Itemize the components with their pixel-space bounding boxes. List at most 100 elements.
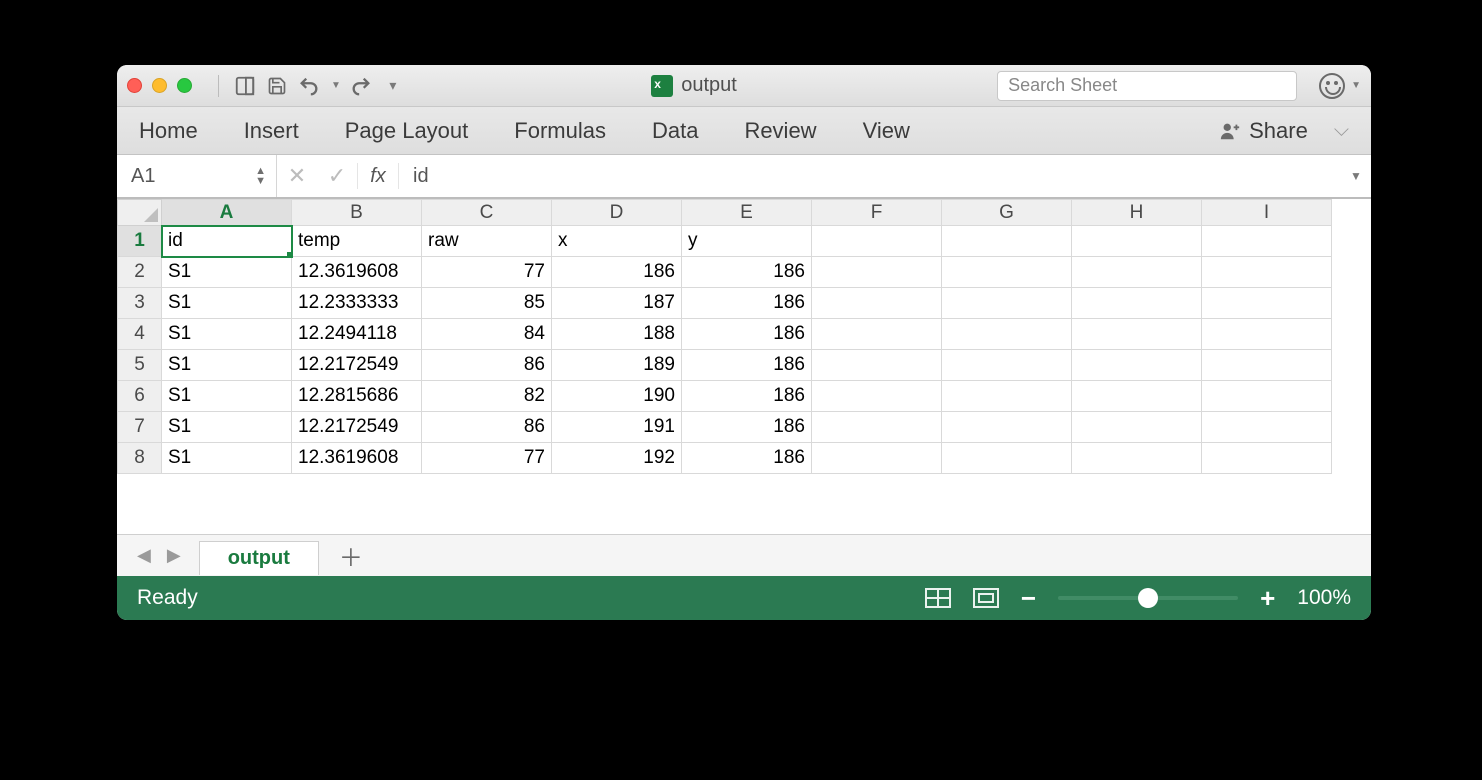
cell[interactable]: 186 (552, 257, 682, 288)
cell[interactable] (1072, 412, 1202, 443)
cell[interactable] (812, 412, 942, 443)
col-header-C[interactable]: C (422, 200, 552, 226)
customize-qat-icon[interactable]: ▾ (381, 74, 405, 98)
cell[interactable] (1202, 350, 1332, 381)
cell[interactable] (812, 257, 942, 288)
tab-page-layout[interactable]: Page Layout (345, 118, 469, 144)
row-header-1[interactable]: 1 (118, 226, 162, 257)
cell[interactable]: 12.2333333 (292, 288, 422, 319)
expand-formula-bar-icon[interactable]: ▼ (1341, 169, 1371, 183)
cell[interactable]: S1 (162, 319, 292, 350)
cell[interactable] (812, 381, 942, 412)
cell[interactable] (942, 257, 1072, 288)
autosave-icon[interactable] (233, 74, 257, 98)
cell[interactable] (812, 226, 942, 257)
cell-B1[interactable]: temp (292, 226, 422, 257)
feedback-smiley-icon[interactable] (1319, 73, 1345, 99)
cell[interactable]: S1 (162, 350, 292, 381)
cell[interactable]: 186 (682, 257, 812, 288)
cell[interactable]: 84 (422, 319, 552, 350)
cell[interactable]: 77 (422, 257, 552, 288)
cell[interactable]: 190 (552, 381, 682, 412)
col-header-H[interactable]: H (1072, 200, 1202, 226)
cell[interactable]: 186 (682, 288, 812, 319)
cell[interactable]: S1 (162, 257, 292, 288)
cell[interactable] (1072, 443, 1202, 474)
sheet-nav-next-icon[interactable]: ▶ (159, 545, 189, 566)
cell[interactable]: 77 (422, 443, 552, 474)
page-layout-view-icon[interactable] (973, 588, 999, 608)
tab-data[interactable]: Data (652, 118, 698, 144)
cell[interactable] (1202, 288, 1332, 319)
cell-C1[interactable]: raw (422, 226, 552, 257)
feedback-dropdown-icon[interactable]: ▼ (1351, 80, 1361, 91)
cell[interactable]: 82 (422, 381, 552, 412)
cell[interactable] (812, 443, 942, 474)
col-header-I[interactable]: I (1202, 200, 1332, 226)
cell[interactable] (1202, 226, 1332, 257)
tab-review[interactable]: Review (744, 118, 816, 144)
search-sheet-input[interactable]: Search Sheet (997, 71, 1297, 101)
zoom-slider[interactable] (1058, 596, 1238, 600)
cell[interactable] (942, 288, 1072, 319)
col-header-E[interactable]: E (682, 200, 812, 226)
cell[interactable]: 186 (682, 350, 812, 381)
cell[interactable] (942, 226, 1072, 257)
cancel-formula-icon[interactable]: ✕ (277, 163, 317, 189)
cell[interactable] (942, 443, 1072, 474)
cell[interactable] (1072, 257, 1202, 288)
tab-insert[interactable]: Insert (244, 118, 299, 144)
cell[interactable]: 186 (682, 443, 812, 474)
cell[interactable]: 191 (552, 412, 682, 443)
row-header[interactable]: 2 (118, 257, 162, 288)
cell[interactable]: 186 (682, 381, 812, 412)
formula-input[interactable]: id (399, 165, 1341, 188)
cell[interactable]: 188 (552, 319, 682, 350)
select-all-corner[interactable] (118, 200, 162, 226)
confirm-formula-icon[interactable]: ✓ (317, 163, 357, 189)
cell[interactable]: S1 (162, 443, 292, 474)
cell-A1[interactable]: id (162, 226, 292, 257)
cell[interactable] (1072, 350, 1202, 381)
sheet-tab-output[interactable]: output (199, 541, 319, 575)
close-window-button[interactable] (127, 78, 142, 93)
sheet-nav-prev-icon[interactable]: ◀ (129, 545, 159, 566)
cell[interactable]: S1 (162, 288, 292, 319)
collapse-ribbon-icon[interactable]: ⌵ (1334, 119, 1349, 142)
cell[interactable]: 12.2494118 (292, 319, 422, 350)
cell[interactable]: 86 (422, 350, 552, 381)
cell[interactable] (942, 319, 1072, 350)
undo-dropdown-icon[interactable]: ▼ (331, 80, 341, 91)
cell[interactable] (1072, 381, 1202, 412)
cell[interactable]: 12.2172549 (292, 412, 422, 443)
cell[interactable]: 187 (552, 288, 682, 319)
cell-D1[interactable]: x (552, 226, 682, 257)
cell[interactable]: 86 (422, 412, 552, 443)
cell[interactable] (1202, 412, 1332, 443)
minimize-window-button[interactable] (152, 78, 167, 93)
cell[interactable] (1202, 257, 1332, 288)
col-header-G[interactable]: G (942, 200, 1072, 226)
cell[interactable] (812, 319, 942, 350)
cell[interactable] (942, 350, 1072, 381)
normal-view-icon[interactable] (925, 588, 951, 608)
undo-icon[interactable] (297, 74, 321, 98)
cell[interactable]: 186 (682, 412, 812, 443)
tab-view[interactable]: View (863, 118, 910, 144)
cell[interactable]: 12.3619608 (292, 443, 422, 474)
zoom-window-button[interactable] (177, 78, 192, 93)
share-button[interactable]: Share ⌵ (1219, 118, 1349, 144)
redo-icon[interactable] (349, 74, 373, 98)
fx-icon[interactable]: fx (358, 165, 398, 188)
cell[interactable] (812, 350, 942, 381)
cell[interactable]: 12.2172549 (292, 350, 422, 381)
add-sheet-button[interactable]: ＋ (319, 538, 383, 573)
cell[interactable]: S1 (162, 412, 292, 443)
col-header-B[interactable]: B (292, 200, 422, 226)
cell[interactable]: 189 (552, 350, 682, 381)
cell[interactable]: 12.2815686 (292, 381, 422, 412)
col-header-A[interactable]: A (162, 200, 292, 226)
cell[interactable] (1202, 443, 1332, 474)
cell[interactable]: 192 (552, 443, 682, 474)
zoom-level[interactable]: 100% (1297, 586, 1351, 610)
